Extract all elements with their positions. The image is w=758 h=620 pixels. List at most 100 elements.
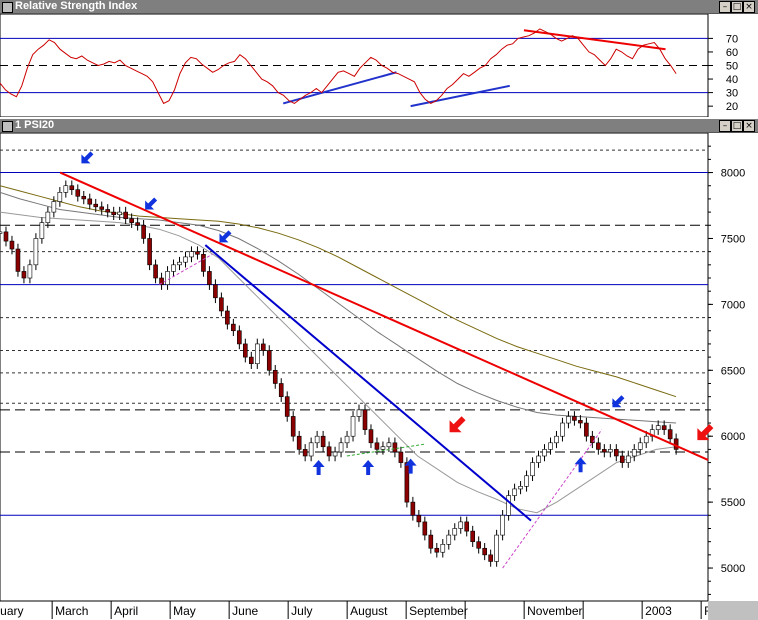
price-candle: [416, 515, 422, 523]
price-candle: [572, 416, 577, 421]
month-label: April: [114, 604, 138, 618]
price-candle: [177, 261, 182, 266]
price-candle: [45, 211, 51, 223]
price-candle: [141, 224, 146, 239]
minimize-icon[interactable]: –: [719, 1, 731, 13]
price-candle: [476, 541, 481, 549]
price-candle: [75, 189, 81, 197]
price-candle: [213, 284, 218, 299]
price-candle: [667, 429, 673, 440]
month-label: September: [409, 604, 468, 618]
price-candle: [446, 534, 452, 545]
price-candle: [530, 462, 535, 477]
price-candle: [3, 231, 9, 242]
price-candle: [231, 323, 236, 332]
price-candle: [195, 251, 200, 255]
price-candle: [123, 211, 128, 219]
maximize-icon[interactable]: □: [731, 1, 743, 13]
price-candle: [320, 435, 326, 448]
price-tick-label: 5000: [721, 563, 745, 575]
price-candle: [39, 222, 45, 239]
rsi-tick-label: 30: [726, 88, 738, 100]
price-candle: [655, 425, 661, 430]
price-candle: [410, 501, 416, 516]
month-label: June: [232, 604, 258, 618]
price-candle: [506, 495, 511, 516]
price-candle: [308, 442, 314, 457]
price-candle: [153, 264, 158, 279]
price-candle: [578, 420, 583, 424]
price-tick-label: 8000: [721, 168, 745, 180]
price-candle: [225, 310, 230, 325]
price-candle: [482, 547, 487, 556]
price-candle: [171, 264, 176, 272]
price-candle: [488, 554, 493, 562]
price-candle: [302, 449, 308, 457]
price-candle: [260, 343, 266, 351]
rsi-tick-label: 70: [726, 33, 738, 45]
price-candle: [63, 185, 69, 193]
price-candle: [374, 442, 380, 450]
window-menu-icon[interactable]: [2, 2, 13, 13]
price-candle: [643, 435, 649, 444]
price-candle: [518, 486, 523, 490]
price-candle: [135, 222, 140, 226]
price-candle: [548, 442, 553, 450]
price-candle: [237, 330, 242, 345]
price-candle: [590, 435, 595, 444]
rsi-tick-label: 50: [726, 61, 738, 73]
price-candle: [0, 231, 3, 234]
price-candle: [566, 416, 571, 424]
scroll-corner[interactable]: [708, 601, 758, 620]
price-candle: [93, 203, 99, 208]
price-candle: [452, 528, 458, 536]
price-candle: [249, 356, 254, 365]
price-candle: [129, 218, 134, 223]
price-candle: [296, 435, 302, 450]
close-icon[interactable]: ×: [743, 120, 755, 132]
price-titlebar: 1 PSI20 – □ ×: [0, 119, 758, 133]
price-candle: [87, 198, 93, 205]
month-label: July: [291, 604, 312, 618]
rsi-tick-label: 40: [726, 74, 738, 86]
price-candle: [386, 442, 392, 448]
month-label: November: [527, 604, 582, 618]
price-candle: [362, 409, 368, 430]
price-candle: [661, 425, 667, 430]
price-candle: [69, 185, 75, 190]
price-candle: [338, 442, 344, 453]
price-candle: [464, 521, 470, 532]
price-candle: [422, 521, 428, 536]
price-candle: [81, 195, 87, 200]
minimize-icon[interactable]: –: [719, 120, 731, 132]
price-candle: [219, 297, 224, 312]
price-candle: [614, 449, 619, 457]
close-icon[interactable]: ×: [743, 1, 755, 13]
window-menu-icon[interactable]: [2, 121, 13, 132]
rsi-panel-title: Relative Strength Index: [15, 0, 138, 12]
price-candle: [392, 442, 398, 453]
price-candle: [619, 455, 625, 463]
price-candle: [201, 253, 206, 272]
price-candle: [332, 451, 338, 457]
price-tick-label: 6500: [721, 365, 745, 377]
price-candle: [266, 350, 272, 371]
price-candle: [350, 416, 356, 437]
price-candle: [344, 435, 350, 444]
price-candle: [440, 544, 446, 553]
price-candle: [494, 534, 499, 562]
month-label: March: [55, 604, 88, 618]
rsi-titlebar: Relative Strength Index – □ ×: [0, 0, 758, 14]
month-label: May: [173, 604, 196, 618]
price-panel-title: 1 PSI20: [15, 119, 55, 131]
maximize-icon[interactable]: □: [731, 120, 743, 132]
price-candle: [542, 449, 547, 457]
price-candle: [356, 409, 362, 417]
price-candle: [15, 248, 21, 272]
price-candle: [147, 238, 152, 266]
price-candle: [554, 435, 559, 444]
price-candle: [608, 449, 613, 453]
price-candle: [290, 416, 296, 437]
price-candle: [189, 251, 194, 258]
price-candle: [111, 211, 116, 216]
